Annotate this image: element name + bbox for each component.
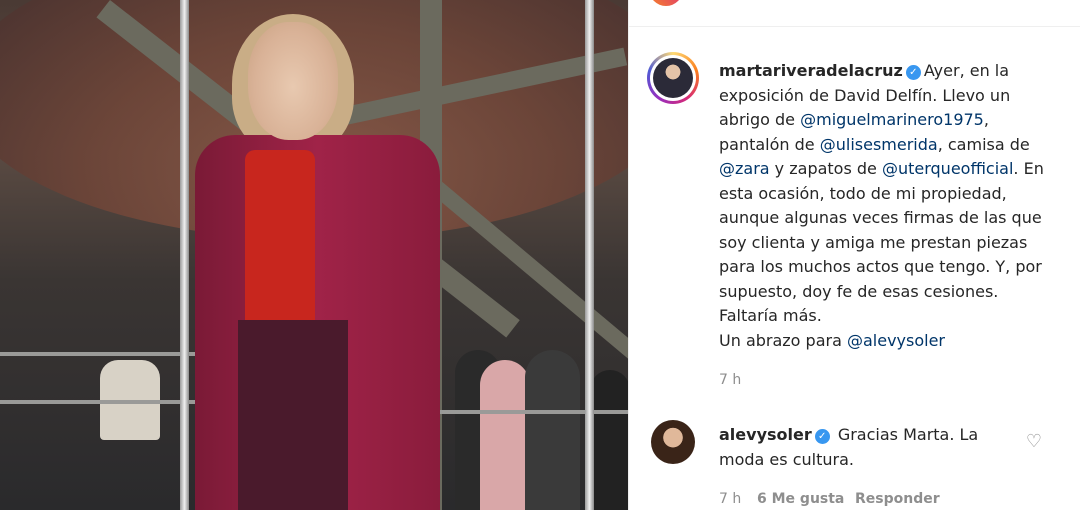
caption-text: , camisa de <box>937 134 1030 154</box>
person-shirt <box>245 150 315 330</box>
visitor <box>525 350 580 510</box>
person-face <box>248 22 338 140</box>
post-photo[interactable] <box>0 0 628 510</box>
mention-link[interactable]: @alevysoler <box>847 331 945 350</box>
reply-username[interactable]: alevysoler <box>719 425 812 444</box>
reply-comment: alevysoler ✓ Gracias Marta. La moda es cu… <box>719 423 1019 472</box>
heart-icon[interactable]: ♡ <box>1025 433 1043 451</box>
mention-link[interactable]: @zara <box>719 159 770 178</box>
comments-panel: martariveradelacruz ✓ Ayer, en la exposici… <box>628 0 1080 510</box>
author-username[interactable]: martariveradelacruz <box>719 61 903 80</box>
person-pants <box>238 320 348 510</box>
reply-likes[interactable]: 6 Me gusta <box>757 491 844 507</box>
caption-text: y zapatos de <box>769 159 882 178</box>
mention-link[interactable]: @uterqueofficial <box>882 159 1013 178</box>
caption-text: . En esta ocasión, todo de mi propiedad,… <box>719 159 1044 325</box>
header-avatar[interactable] <box>649 0 683 6</box>
railing <box>420 410 628 414</box>
light-pole <box>180 0 189 510</box>
visitor <box>590 370 628 510</box>
verified-badge-icon: ✓ <box>905 65 921 80</box>
mention-link[interactable]: @ulisesmerida <box>820 135 938 154</box>
reply-timestamp[interactable]: 7 h <box>719 491 741 507</box>
post-timestamp[interactable]: 7 h <box>719 372 741 388</box>
light-pole <box>585 0 594 510</box>
verified-badge-icon: ✓ <box>814 429 830 444</box>
post-caption: martariveradelacruz ✓ Ayer, en la exposici… <box>719 59 1049 353</box>
author-avatar[interactable] <box>647 52 699 104</box>
visitor <box>480 360 530 510</box>
mention-link[interactable]: @miguelmarinero1975 <box>800 110 984 129</box>
post-header <box>629 0 1080 27</box>
reply-button[interactable]: Responder <box>855 491 940 507</box>
reply-avatar[interactable] <box>651 420 695 464</box>
caption-text: Un abrazo para <box>719 330 847 350</box>
